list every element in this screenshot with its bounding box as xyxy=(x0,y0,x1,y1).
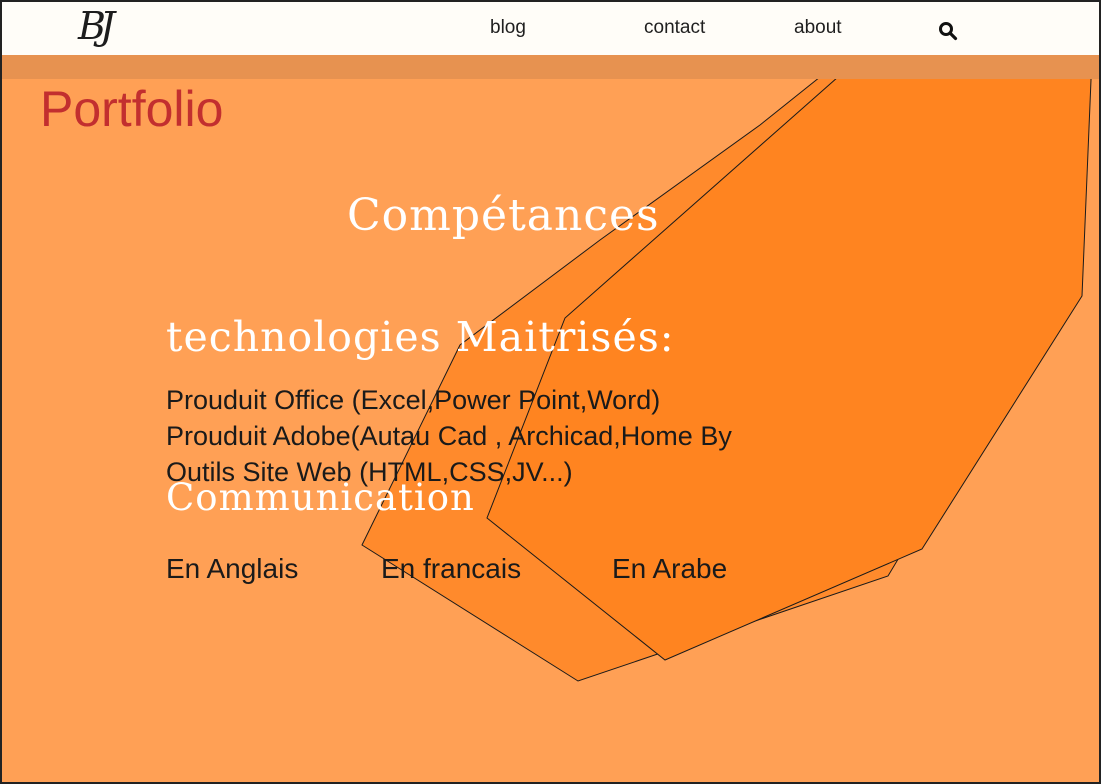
competences-heading: Compétances xyxy=(347,190,660,241)
nav-link-contact[interactable]: contact xyxy=(644,17,705,39)
language-english: En Anglais xyxy=(166,553,299,584)
communication-heading: Communication xyxy=(166,476,475,519)
language-arabic: En Arabe xyxy=(612,553,728,584)
site-header: BJ blog contact about xyxy=(0,0,1101,55)
nav-link-blog[interactable]: blog xyxy=(490,17,526,39)
nav-link-about[interactable]: about xyxy=(794,17,842,39)
page-title: Portfolio xyxy=(40,81,224,137)
list-item: Prouduit Office (Excel,Power Point,Word) xyxy=(166,385,661,415)
logo[interactable]: BJ xyxy=(78,4,115,48)
list-item: Prouduit Adobe(Autau Cad , Archicad,Home… xyxy=(166,421,732,451)
search-icon[interactable] xyxy=(938,21,958,41)
language-french: En francais xyxy=(381,553,522,584)
technologies-list: Prouduit Office (Excel,Power Point,Word)… xyxy=(166,382,732,490)
main-content: Portfolio Compétances technologies Maitr… xyxy=(0,0,1101,784)
technologies-heading: technologies Maitrisés: xyxy=(166,313,675,361)
